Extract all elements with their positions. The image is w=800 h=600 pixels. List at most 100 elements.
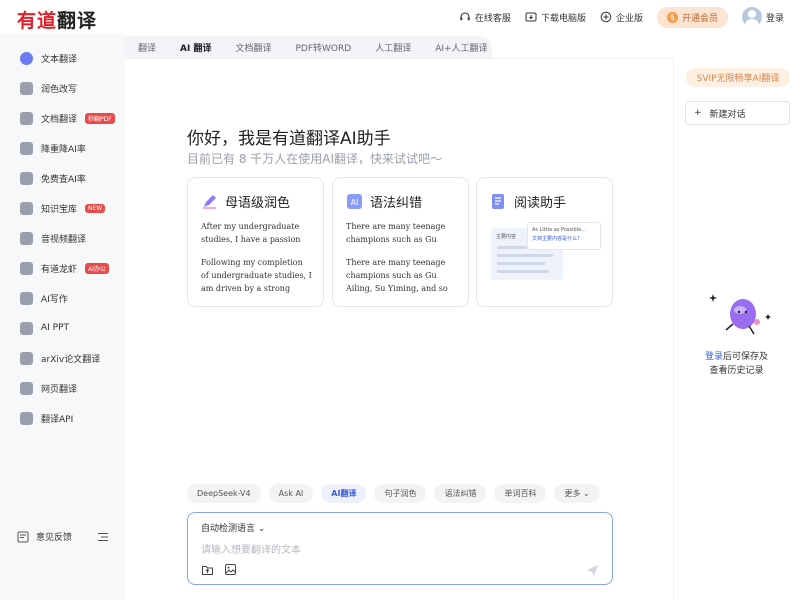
sidebar-item-lobster[interactable]: 有道龙虾 AI办公 <box>20 260 109 276</box>
upload-file-icon[interactable] <box>201 563 214 576</box>
new-chat-button[interactable]: + 新建对话 <box>685 101 790 125</box>
send-icon[interactable] <box>586 564 599 577</box>
pdf-tag-badge: 秒翻PDF <box>85 112 115 124</box>
tab-human-translate[interactable]: 人工翻译 <box>375 41 411 54</box>
card-text-original: There are many teenage champions such as… <box>346 222 446 244</box>
chip-sentence-polish[interactable]: 句子润色 <box>374 484 427 503</box>
sidebar-item-knowledge[interactable]: 知识宝库 NEW <box>20 200 106 216</box>
chip-deepseek[interactable]: DeepSeek-V4 <box>187 484 261 503</box>
language-selector[interactable]: 自动检测语言 ⌄ <box>201 521 265 534</box>
sidebar-item-ai-writing[interactable]: AI写作 <box>20 290 68 306</box>
translate-input-box[interactable]: 自动检测语言 ⌄ 请输入想要翻译的文本 <box>187 512 613 585</box>
enterprise-button[interactable]: 企业版 <box>600 11 643 24</box>
top-header: 有道翻译 在线客服 下载电脑版 企业版 § 开通会员 登录 <box>0 0 800 34</box>
web-icon <box>20 381 33 395</box>
chip-ai-translate[interactable]: AI翻译 <box>321 484 367 503</box>
svip-promo-button[interactable]: SVIP无限畅享AI翻译 <box>686 68 790 87</box>
avatar <box>741 7 762 27</box>
card-title-text: 语法纠错 <box>370 196 423 211</box>
sidebar-item-label: 文档翻译 <box>41 114 78 125</box>
card-title: 母语级润色 <box>201 192 290 211</box>
download-icon <box>525 12 537 22</box>
login-hint: 登录后可保存及 查看历史记录 <box>673 350 800 378</box>
document-icon <box>20 111 33 125</box>
enterprise-icon <box>600 11 612 23</box>
login-hint-text1: 后可保存及 <box>723 352 769 362</box>
download-desktop-button[interactable]: 下载电脑版 <box>525 11 586 24</box>
youdao-logo[interactable]: 有道翻译 <box>17 6 97 33</box>
card-text-polished: Following my completion of undergraduate… <box>201 258 312 293</box>
sidebar-item-av-translate[interactable]: 音视频翻译 <box>20 230 86 246</box>
sidebar-item-reduce-ai[interactable]: 降重降AI率 <box>20 140 86 156</box>
new-chat-label: 新建对话 <box>709 109 746 120</box>
mini-doc-label: 主要内容 <box>496 234 517 240</box>
new-tag-badge: NEW <box>85 203 106 213</box>
greeting-title: 你好，我是有道翻译AI助手 <box>187 129 391 149</box>
open-vip-label: 开通会员 <box>681 13 718 24</box>
headset-icon <box>460 12 470 21</box>
sidebar-item-label: AI PPT <box>41 323 70 333</box>
input-tools <box>201 563 237 576</box>
sidebar-item-label: arXiv论文翻译 <box>41 354 101 365</box>
card-reading-assistant[interactable]: 阅读助手 主要内容 As Little as Possible... 文档主要内… <box>476 177 613 307</box>
card-text-corrected: There are many teenage champions such as… <box>346 258 448 293</box>
login-button[interactable]: 登录 <box>741 7 784 27</box>
ai-office-tag-badge: AI办公 <box>85 262 109 274</box>
tab-pdf-to-word[interactable]: PDF转WORD <box>295 41 351 54</box>
wand-icon <box>20 81 33 95</box>
sidebar-item-ai-ppt[interactable]: AI PPT <box>20 320 69 336</box>
sidebar-item-label: 知识宝库 <box>41 204 78 215</box>
pen-icon <box>203 195 216 209</box>
arxiv-icon <box>20 351 33 365</box>
tab-translate[interactable]: 翻译 <box>138 41 156 54</box>
feedback-button[interactable]: 意见反馈 <box>17 530 72 543</box>
sidebar-item-web-translate[interactable]: 网页翻译 <box>20 380 77 396</box>
enterprise-label: 企业版 <box>615 13 643 24</box>
sidebar-item-label: 网页翻译 <box>41 384 78 395</box>
sidebar-item-api[interactable]: 翻译API <box>20 410 73 426</box>
chip-grammar[interactable]: 语法纠错 <box>434 484 487 503</box>
chevron-down-icon: ⌄ <box>257 524 266 534</box>
chip-more[interactable]: 更多 ⌄ <box>554 484 600 503</box>
tab-doc-translate[interactable]: 文档翻译 <box>235 41 271 54</box>
cube-icon <box>20 201 33 215</box>
sidebar-item-label: 音视频翻译 <box>41 234 87 245</box>
online-support-label: 在线客服 <box>474 13 511 24</box>
greeting-subtitle: 目前已有 8 千万人在使用AI翻译，快来试试吧～ <box>187 152 443 166</box>
image-icon[interactable] <box>224 563 237 576</box>
sidebar-item-polish[interactable]: 润色改写 <box>20 80 77 96</box>
mini-popup-line1: As Little as Possible... <box>532 227 586 233</box>
open-vip-button[interactable]: § 开通会员 <box>656 6 728 28</box>
reading-preview-illustration: 主要内容 As Little as Possible... 文档主要内容是什么? <box>489 220 601 282</box>
card-native-polish[interactable]: 母语级润色 After my undergraduate studies, I … <box>187 177 324 307</box>
plus-icon: + <box>694 108 702 118</box>
card-title: AI 语法纠错 <box>346 192 422 211</box>
sidebar-footer: 意见反馈 <box>17 530 109 543</box>
mini-chat-popup: As Little as Possible... 文档主要内容是什么? <box>527 222 601 250</box>
tab-ai-translate[interactable]: AI 翻译 <box>180 41 211 54</box>
header-actions: 在线客服 下载电脑版 企业版 § 开通会员 登录 <box>459 6 784 28</box>
app-root: 有道翻译 在线客服 下载电脑版 企业版 § 开通会员 登录 文本翻译 润色改写 … <box>0 0 800 600</box>
sidebar-item-doc-translate[interactable]: 文档翻译 秒翻PDF <box>20 110 115 126</box>
sidebar-item-label: 有道龙虾 <box>41 264 78 275</box>
mini-popup-line2: 文档主要内容是什么? <box>532 236 580 242</box>
mini-line <box>497 262 545 265</box>
card-grammar[interactable]: AI 语法纠错 There are many teenage champions… <box>332 177 469 307</box>
text-translate-icon <box>20 51 33 65</box>
svg-text:AI: AI <box>351 198 359 207</box>
mode-tabs: 翻译 AI 翻译 文档翻译 PDF转WORD 人工翻译 AI+人工翻译 <box>125 36 492 58</box>
collapse-menu-icon[interactable] <box>97 531 109 543</box>
tab-ai-human-translate[interactable]: AI+人工翻译 <box>435 41 487 54</box>
sidebar-item-text-translate[interactable]: 文本翻译 <box>20 50 77 66</box>
sidebar-item-check-ai[interactable]: 免费查AI率 <box>20 170 86 186</box>
online-support-button[interactable]: 在线客服 <box>459 11 511 24</box>
card-title-text: 母语级润色 <box>225 196 291 211</box>
input-placeholder[interactable]: 请输入想要翻译的文本 <box>201 541 301 556</box>
login-link[interactable]: 登录 <box>705 352 723 362</box>
chip-ask-ai[interactable]: Ask AI <box>268 484 314 503</box>
mascot-illustration <box>709 294 771 335</box>
sidebar-item-arxiv[interactable]: arXiv论文翻译 <box>20 350 100 366</box>
chip-word-encyclopedia[interactable]: 单词百科 <box>494 484 547 503</box>
quick-chips: DeepSeek-V4 Ask AI AI翻译 句子润色 语法纠错 单词百科 更… <box>187 484 600 503</box>
check-doc-icon <box>20 171 33 185</box>
